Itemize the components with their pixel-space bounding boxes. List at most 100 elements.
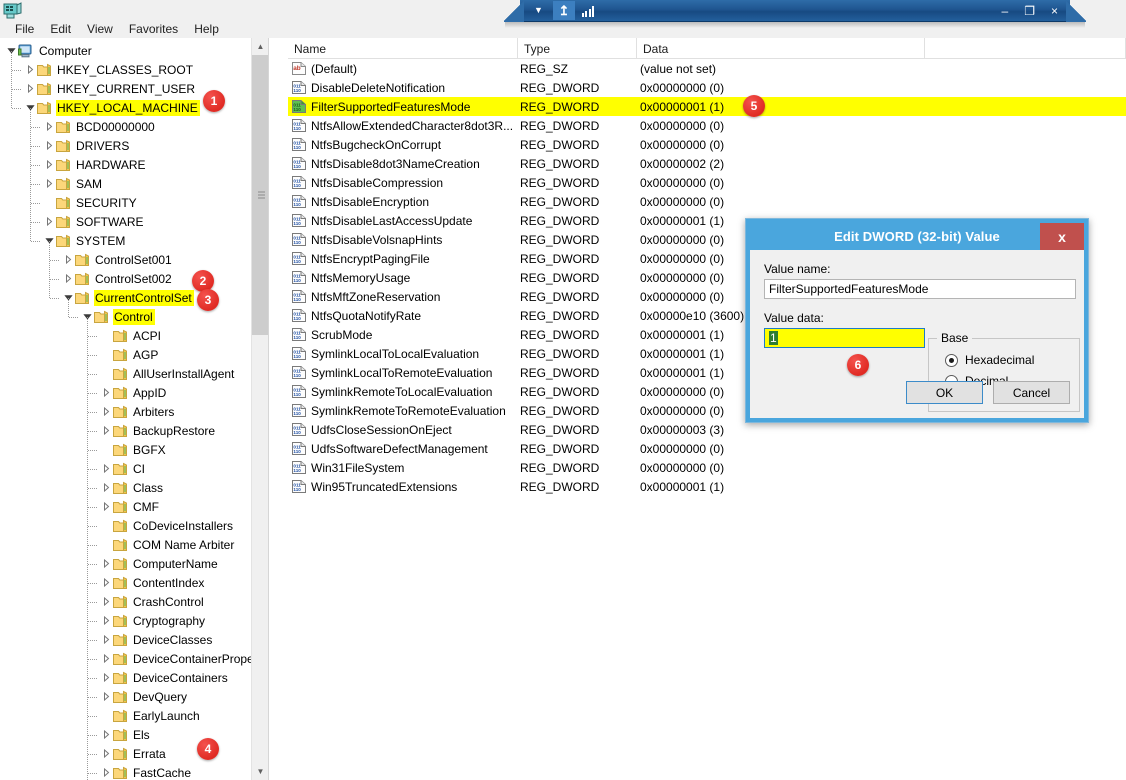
tree-node-els[interactable]: Els [0,725,268,744]
table-row[interactable]: 011 110 NtfsDisableCompression REG_DWORD 0x0… [288,173,1126,192]
expand-arrow-icon[interactable] [101,691,112,702]
ok-button[interactable]: OK [906,381,983,404]
expand-arrow-icon[interactable] [25,64,36,75]
table-row[interactable]: 011 110 NtfsBugcheckOnCorrupt REG_DWORD 0x00… [288,135,1126,154]
tree-node-backuprestore[interactable]: BackupRestore [0,421,268,440]
tree-node-earlylaunch[interactable]: EarlyLaunch [0,706,268,725]
table-row[interactable]: 011 110 NtfsDisable8dot3NameCreation REG_DW… [288,154,1126,173]
tree-node-hkey-classes-root[interactable]: HKEY_CLASSES_ROOT [0,60,268,79]
expand-arrow-icon[interactable] [101,653,112,664]
table-row[interactable]: 011 110 Win31FileSystem REG_DWORD 0x00000000… [288,458,1126,477]
tree-scrollbar[interactable]: ▲ ▼ [251,38,268,780]
tree-node-hkey-local-machine[interactable]: HKEY_LOCAL_MACHINE [0,98,268,117]
tree-node-crashcontrol[interactable]: CrashControl [0,592,268,611]
expand-arrow-icon[interactable] [101,558,112,569]
tree-node-controlset002[interactable]: ControlSet002 [0,269,268,288]
tree-node-class[interactable]: Class [0,478,268,497]
tree-node-control[interactable]: Control [0,307,268,326]
table-row[interactable]: 011 110 NtfsDisableEncryption REG_DWORD 0x00… [288,192,1126,211]
table-row[interactable]: 011 110 UdfsSoftwareDefectManagement REG_DW… [288,439,1126,458]
menu-item-view[interactable]: View [79,21,121,37]
table-row[interactable]: 011 110 Win95TruncatedExtensions REG_DWORD 0… [288,477,1126,496]
tree-node-com-name-arbiter[interactable]: COM Name Arbiter [0,535,268,554]
expand-arrow-icon[interactable] [25,83,36,94]
cancel-button[interactable]: Cancel [993,381,1070,404]
expand-arrow-icon[interactable] [101,615,112,626]
tree-node-computername[interactable]: ComputerName [0,554,268,573]
scroll-up-arrow[interactable]: ▲ [252,38,268,55]
dialog-title-bar[interactable]: Edit DWORD (32-bit) Value x [750,223,1084,250]
value-name-input[interactable]: FilterSupportedFeaturesMode [764,279,1076,299]
expand-arrow-icon[interactable] [101,596,112,607]
column-header-blank[interactable] [925,38,1126,59]
tree-node-system[interactable]: SYSTEM [0,231,268,250]
table-row[interactable]: 011 110 FilterSupportedFeaturesMode REG_DWO… [288,97,1126,116]
expand-arrow-icon[interactable] [101,748,112,759]
expand-arrow-icon[interactable] [101,767,112,778]
minimize-icon[interactable]: – [1002,5,1009,17]
table-row[interactable]: 011 110 NtfsAllowExtendedCharacter8dot3R..… [288,116,1126,135]
tree-node-devicecontainers[interactable]: DeviceContainers [0,668,268,687]
expand-arrow-icon[interactable] [63,254,74,265]
tree-node-fastcache[interactable]: FastCache [0,763,268,780]
restore-icon[interactable]: ❐ [1024,5,1035,17]
tree-node-cmf[interactable]: CMF [0,497,268,516]
menu-item-favorites[interactable]: Favorites [121,21,186,37]
tree-scrollbar-thumb[interactable] [252,55,268,335]
tree-node-currentcontrolset[interactable]: CurrentControlSet [0,288,268,307]
tree-node-drivers[interactable]: DRIVERS [0,136,268,155]
expand-arrow-icon[interactable] [44,178,55,189]
tree-node-alluserinstallagent[interactable]: AllUserInstallAgent [0,364,268,383]
tree-node-controlset001[interactable]: ControlSet001 [0,250,268,269]
scroll-down-arrow[interactable]: ▼ [252,763,268,780]
tree-node-agp[interactable]: AGP [0,345,268,364]
column-header-data[interactable]: Data [637,38,925,59]
pin-icon[interactable]: ↥ [552,1,575,20]
expand-arrow-icon[interactable] [63,273,74,284]
tree-node-arbiters[interactable]: Arbiters [0,402,268,421]
tree-node-software[interactable]: SOFTWARE [0,212,268,231]
expand-arrow-icon[interactable] [101,425,112,436]
tree-node-appid[interactable]: AppID [0,383,268,402]
expand-arrow-icon[interactable] [44,140,55,151]
menu-item-help[interactable]: Help [186,21,227,37]
expand-arrow-icon[interactable] [101,577,112,588]
close-icon[interactable]: × [1051,5,1058,17]
tree-node-bgfx[interactable]: BGFX [0,440,268,459]
value-data-input[interactable]: 1 [764,328,925,348]
rdp-connection-bar[interactable]: ▼ ↥ – ❐ × [504,0,1086,22]
tree-node-errata[interactable]: Errata [0,744,268,763]
expand-arrow-icon[interactable] [101,501,112,512]
column-header-type[interactable]: Type [518,38,637,59]
chevron-down-icon[interactable]: ▼ [534,6,543,15]
tree-node-computer[interactable]: Computer [0,41,268,60]
tree-node-contentindex[interactable]: ContentIndex [0,573,268,592]
tree-node-sam[interactable]: SAM [0,174,268,193]
expand-arrow-icon[interactable] [101,729,112,740]
tree-node-acpi[interactable]: ACPI [0,326,268,345]
tree-node-codeviceinstallers[interactable]: CoDeviceInstallers [0,516,268,535]
expand-arrow-icon[interactable] [101,482,112,493]
expand-arrow-icon[interactable] [44,159,55,170]
tree-node-deviceclasses[interactable]: DeviceClasses [0,630,268,649]
tree-node-devicecontainerpropertypa[interactable]: DeviceContainerPropertyPa [0,649,268,668]
tree-node-hkey-current-user[interactable]: HKEY_CURRENT_USER [0,79,268,98]
expand-arrow-icon[interactable] [101,672,112,683]
tree-node-devquery[interactable]: DevQuery [0,687,268,706]
tree-node-ci[interactable]: CI [0,459,268,478]
tree-node-bcd00000000[interactable]: BCD00000000 [0,117,268,136]
dialog-close-button[interactable]: x [1040,223,1084,250]
tree-node-security[interactable]: SECURITY [0,193,268,212]
expand-arrow-icon[interactable] [44,216,55,227]
table-row[interactable]: 011 110 DisableDeleteNotification REG_DWORD… [288,78,1126,97]
menu-item-edit[interactable]: Edit [42,21,79,37]
expand-arrow-icon[interactable] [44,121,55,132]
tree-node-cryptography[interactable]: Cryptography [0,611,268,630]
registry-key-tree[interactable]: Computer HKEY_CLASSES_ROOT HKEY_CURRENT_US… [0,38,269,780]
radio-hexadecimal[interactable]: Hexadecimal [945,353,1079,367]
column-header-name[interactable]: Name [288,38,518,59]
expand-arrow-icon[interactable] [101,634,112,645]
tree-node-hardware[interactable]: HARDWARE [0,155,268,174]
menu-item-file[interactable]: File [7,21,42,37]
expand-arrow-icon[interactable] [101,406,112,417]
